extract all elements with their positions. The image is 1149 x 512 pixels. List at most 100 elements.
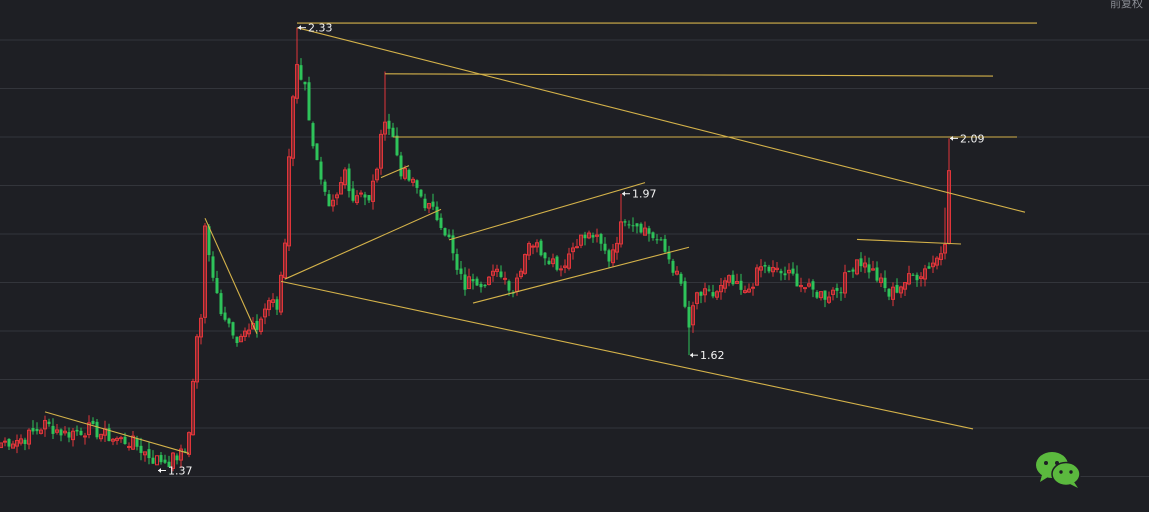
candle xyxy=(911,273,915,276)
candle xyxy=(107,423,111,442)
candle xyxy=(859,252,863,272)
candle xyxy=(803,287,807,293)
candle xyxy=(259,316,263,335)
candle xyxy=(239,333,243,343)
candle-body xyxy=(539,240,543,256)
trendline-lower-channel xyxy=(280,280,974,430)
candle-body xyxy=(159,455,163,463)
candle xyxy=(383,71,387,141)
trendline-flag-top xyxy=(448,182,646,241)
candle-body xyxy=(59,429,63,436)
candle-body xyxy=(835,287,839,291)
candle xyxy=(935,256,939,270)
candle-body xyxy=(307,82,311,121)
candle-body xyxy=(499,271,503,278)
candle-body xyxy=(635,223,639,227)
price-chart: 2.33 1.97 1.37 1.62 2.09 xyxy=(0,22,1149,477)
price-label-1.37: 1.37 xyxy=(158,464,193,477)
candle-body xyxy=(739,280,743,290)
candle-body xyxy=(75,429,79,432)
candle xyxy=(407,168,411,182)
candle xyxy=(319,156,323,185)
candle xyxy=(3,437,7,447)
candle xyxy=(235,336,239,347)
candle xyxy=(111,438,115,446)
candle xyxy=(619,193,623,248)
candle xyxy=(931,255,935,273)
candle xyxy=(119,435,123,443)
candle xyxy=(815,290,819,299)
candle xyxy=(335,192,339,206)
candle xyxy=(115,436,119,445)
trendline-layer xyxy=(44,22,1037,454)
candle xyxy=(739,273,743,295)
candle xyxy=(595,228,599,243)
candle-body xyxy=(803,287,807,290)
candle-body xyxy=(435,206,439,221)
candle-body xyxy=(35,428,39,432)
candle-body xyxy=(607,250,611,262)
candle xyxy=(267,297,271,317)
candle-body xyxy=(423,198,427,209)
candle xyxy=(575,238,579,249)
trendline-rising-support xyxy=(284,208,442,280)
candle xyxy=(399,151,403,180)
candle xyxy=(671,258,675,276)
candle xyxy=(299,58,303,81)
price-label-1.62: 1.62 xyxy=(690,349,725,362)
candle xyxy=(531,244,535,255)
candle-body xyxy=(555,256,559,270)
price-label-2.33: 2.33 xyxy=(298,22,333,35)
candle-body xyxy=(319,161,323,180)
candle xyxy=(295,27,299,104)
candle xyxy=(0,442,3,449)
candle xyxy=(79,427,83,436)
candle-body xyxy=(547,260,551,265)
candle xyxy=(387,113,391,135)
candle xyxy=(635,223,639,234)
candle-body xyxy=(475,278,479,286)
candle xyxy=(819,291,823,301)
candle xyxy=(891,282,895,307)
candle xyxy=(31,420,35,435)
candle-body xyxy=(751,286,755,289)
candle xyxy=(547,257,551,266)
candle xyxy=(83,432,87,445)
candle xyxy=(127,442,131,451)
candle xyxy=(559,265,563,277)
candle xyxy=(255,314,259,338)
candle xyxy=(351,181,355,203)
candlestick-series xyxy=(0,27,951,472)
candle xyxy=(311,121,315,149)
candle-body xyxy=(627,224,631,226)
candle xyxy=(783,266,787,280)
candle xyxy=(535,239,539,253)
candle xyxy=(355,190,359,206)
candle xyxy=(91,417,95,425)
candle xyxy=(283,238,287,280)
candle-body xyxy=(235,336,239,343)
candle xyxy=(939,246,943,266)
candle-body xyxy=(275,299,279,310)
candle xyxy=(687,300,691,356)
candle-body xyxy=(431,201,435,207)
candle xyxy=(779,268,783,281)
candle-body xyxy=(67,432,71,438)
candle-body xyxy=(315,143,319,161)
candle xyxy=(627,220,631,229)
price-label-1.97: 1.97 xyxy=(622,188,657,201)
candle-body xyxy=(175,455,179,461)
candle xyxy=(151,450,155,464)
wechat-icon[interactable] xyxy=(1034,450,1084,490)
candle-body xyxy=(671,260,675,273)
candle-body xyxy=(367,195,371,201)
candle xyxy=(95,418,99,440)
candle xyxy=(607,248,611,269)
candle xyxy=(287,148,291,252)
candle-body xyxy=(47,421,51,425)
candle xyxy=(747,283,751,293)
candle xyxy=(175,453,179,465)
candle-body xyxy=(139,445,143,453)
candle-body xyxy=(135,438,139,447)
candle xyxy=(375,167,379,183)
